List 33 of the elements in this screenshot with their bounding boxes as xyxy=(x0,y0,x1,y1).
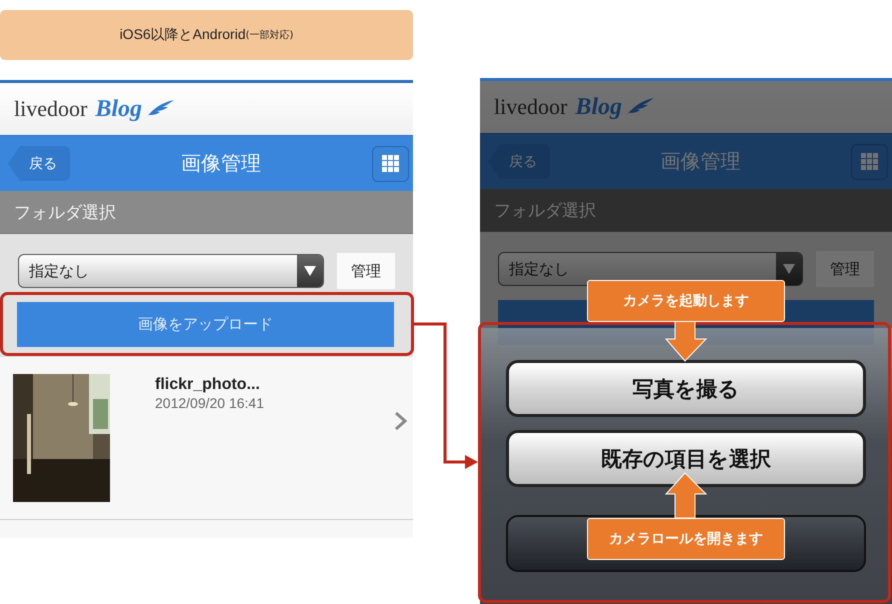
caret-icon xyxy=(783,264,795,274)
chevron-icon xyxy=(395,412,407,430)
manage-button[interactable]: 管理 xyxy=(337,253,395,289)
section-header: フォルダ選択 xyxy=(0,191,413,234)
callout-label: カメラを起動します xyxy=(587,280,785,322)
menu-button[interactable] xyxy=(851,144,888,180)
image-name: flickr_photo... xyxy=(155,376,261,394)
product-logo-text: Blog xyxy=(95,96,142,122)
caret-icon xyxy=(304,266,316,276)
feather-icon xyxy=(624,98,654,116)
screen-title: 画像管理 xyxy=(181,150,261,177)
callout-label: カメラロールを開きます xyxy=(587,518,785,560)
back-button[interactable]: 戻る xyxy=(488,144,550,179)
menu-button[interactable] xyxy=(372,146,409,182)
back-button[interactable]: 戻る xyxy=(8,146,70,181)
grid-icon xyxy=(382,155,399,172)
grid-icon xyxy=(861,153,878,170)
brand-logo-text: livedoor xyxy=(14,96,88,122)
banner-note: (一部対応) xyxy=(246,28,294,42)
brand-logo-text: livedoor xyxy=(494,94,568,120)
sheet-button[interactable]: 既存の項目を選択 xyxy=(506,430,866,487)
folder-select[interactable]: 指定なし xyxy=(18,254,324,288)
up-arrow xyxy=(664,472,708,518)
down-arrow xyxy=(664,321,708,362)
screen-title: 画像管理 xyxy=(660,148,740,175)
feather-icon xyxy=(144,100,174,118)
product-logo-text: Blog xyxy=(575,94,622,120)
image-date: 2012/09/20 16:41 xyxy=(155,395,264,411)
section-header: フォルダ選択 xyxy=(480,189,892,232)
manage-button[interactable]: 管理 xyxy=(816,251,874,287)
sheet-button[interactable]: 写真を撮る xyxy=(506,360,866,417)
upload-button[interactable]: 画像をアップロード xyxy=(17,302,394,347)
banner-title: iOS6以降とAndrorid xyxy=(120,26,246,44)
